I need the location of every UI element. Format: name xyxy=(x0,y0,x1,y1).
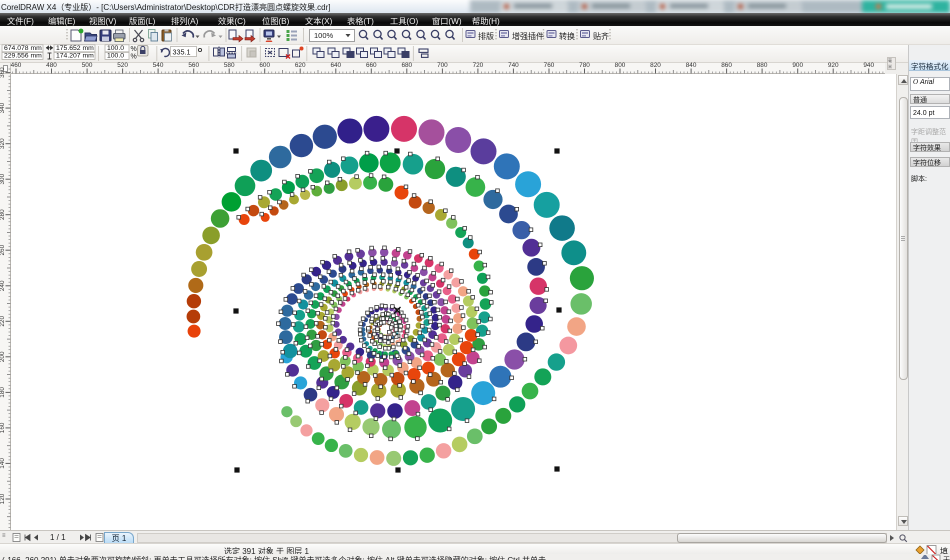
svg-text:260: 260 xyxy=(0,244,6,255)
svg-text:140: 140 xyxy=(0,458,6,469)
svg-text:740: 740 xyxy=(508,62,519,69)
svg-text:174.207 mm: 174.207 mm xyxy=(56,53,94,60)
svg-text:100%: 100% xyxy=(314,31,334,40)
svg-text:500: 500 xyxy=(82,62,93,69)
svg-text:780: 780 xyxy=(579,62,590,69)
svg-text:360: 360 xyxy=(0,67,6,78)
svg-text:120: 120 xyxy=(0,493,6,504)
svg-text:940: 940 xyxy=(863,62,874,69)
svg-text:%: % xyxy=(131,53,137,60)
svg-text:800: 800 xyxy=(615,62,626,69)
svg-text:220: 220 xyxy=(0,316,6,327)
svg-text:660: 660 xyxy=(366,62,377,69)
svg-text:280: 280 xyxy=(0,209,6,220)
svg-text:900: 900 xyxy=(792,62,803,69)
svg-text:580: 580 xyxy=(224,62,235,69)
svg-text:674.078 mm: 674.078 mm xyxy=(4,45,42,52)
svg-text:880: 880 xyxy=(757,62,768,69)
svg-text:640: 640 xyxy=(330,62,341,69)
svg-text:180: 180 xyxy=(0,387,6,398)
svg-text:920: 920 xyxy=(828,62,839,69)
svg-text:100.0: 100.0 xyxy=(107,53,124,60)
svg-text:320: 320 xyxy=(0,138,6,149)
svg-text:620: 620 xyxy=(295,62,306,69)
svg-text:300: 300 xyxy=(0,173,6,184)
svg-text:335.1: 335.1 xyxy=(173,48,191,57)
svg-text:%: % xyxy=(131,46,137,53)
svg-text:720: 720 xyxy=(473,62,484,69)
svg-text:200: 200 xyxy=(0,351,6,362)
svg-text:240: 240 xyxy=(0,280,6,291)
svg-text:600: 600 xyxy=(259,62,270,69)
svg-text:340: 340 xyxy=(0,102,6,113)
svg-text:460: 460 xyxy=(11,62,22,69)
svg-text:160: 160 xyxy=(0,422,6,433)
svg-text:860: 860 xyxy=(721,62,732,69)
svg-text:480: 480 xyxy=(46,62,57,69)
svg-text:540: 540 xyxy=(153,62,164,69)
svg-text:760: 760 xyxy=(544,62,555,69)
svg-text:680: 680 xyxy=(401,62,412,69)
svg-text:229.556 mm: 229.556 mm xyxy=(4,53,42,60)
svg-text:100.0: 100.0 xyxy=(107,45,124,52)
svg-text:700: 700 xyxy=(437,62,448,69)
svg-text:175.652 mm: 175.652 mm xyxy=(56,45,94,52)
svg-text:840: 840 xyxy=(686,62,697,69)
svg-text:820: 820 xyxy=(650,62,661,69)
svg-text:560: 560 xyxy=(188,62,199,69)
svg-text:520: 520 xyxy=(117,62,128,69)
